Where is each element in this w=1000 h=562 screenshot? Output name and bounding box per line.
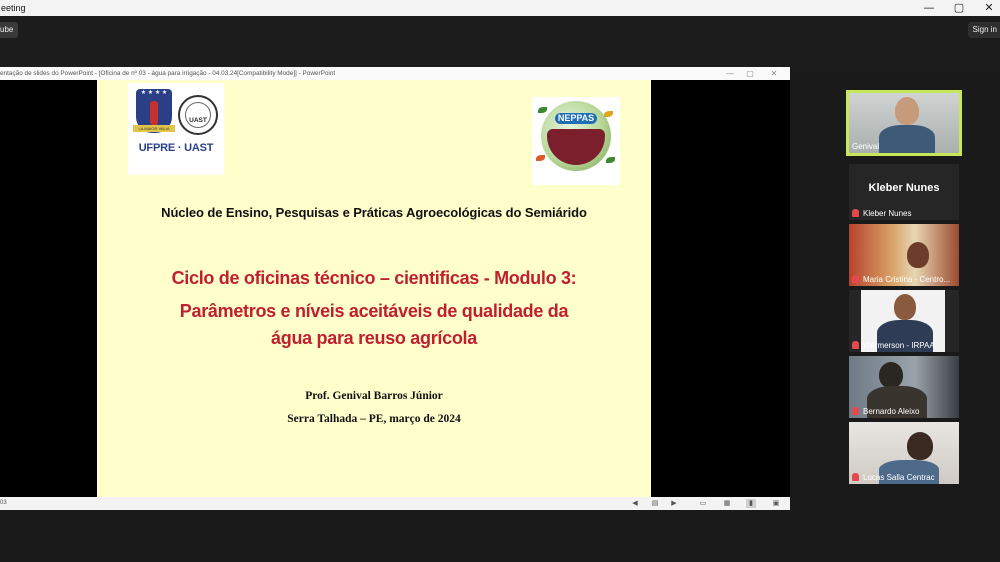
- powerpoint-statusbar: 03 ◀ ▤ ▶ ▭ ▦ ▮ ▣: [0, 497, 790, 510]
- window-title: eeting: [1, 3, 26, 13]
- presenter-name: Prof. Genival Barros Júnior: [305, 390, 443, 402]
- module-title: Ciclo de oficinas técnico – cientificas …: [171, 268, 577, 288]
- participant-avatar-name: Kleber Nunes: [868, 182, 940, 194]
- participant-name: Lucas Salla Centrac: [863, 473, 935, 482]
- subtitle-line-1: Parâmetros e níveis aceitáveis de qualid…: [179, 301, 569, 321]
- participant-tile[interactable]: Kleber Nunes Kleber Nunes: [849, 164, 959, 220]
- muted-mic-icon: [852, 473, 859, 481]
- slideshow-icon[interactable]: ▣: [771, 499, 781, 508]
- minimize-icon[interactable]: —: [914, 0, 944, 16]
- globe-icon: NEPPAS: [541, 101, 611, 171]
- participant-tile[interactable]: Maria Cristina - Centro...: [849, 224, 959, 286]
- reading-view-icon[interactable]: ▮: [746, 499, 756, 508]
- participant-name: Bernardo Aleixo: [863, 407, 920, 416]
- participant-name: Wermerson - IRPAA: [863, 341, 935, 350]
- normal-view-icon[interactable]: ▭: [698, 499, 708, 508]
- ppt-restore-icon[interactable]: ▢: [738, 67, 762, 80]
- presentation-slide: ★ ★ ★ ★ LA MAIOR VALIA UAST UFPRE · UAST…: [97, 80, 651, 497]
- sign-in-button[interactable]: Sign in: [967, 22, 1000, 38]
- muted-mic-icon: [852, 209, 859, 217]
- muted-mic-icon: [852, 407, 859, 415]
- meeting-topbar: ube Sign in: [0, 16, 1000, 68]
- logo-fine-print: [136, 156, 216, 170]
- muted-mic-icon: [852, 341, 859, 349]
- slide-sorter-icon[interactable]: ▦: [722, 499, 732, 508]
- muted-mic-icon: [852, 275, 859, 283]
- slide-number: 03: [0, 500, 7, 506]
- participant-name: Kleber Nunes: [863, 209, 912, 218]
- powerpoint-title: entação de slides do PowerPoint - [Ofici…: [0, 70, 336, 77]
- prev-slide-icon[interactable]: ◀: [630, 499, 640, 508]
- university-crest-icon: ★ ★ ★ ★ LA MAIOR VALIA: [133, 89, 175, 133]
- restore-icon[interactable]: ▢: [944, 0, 974, 16]
- participant-tile[interactable]: Wermerson - IRPAA: [849, 290, 959, 352]
- next-slide-icon[interactable]: ▶: [669, 499, 679, 508]
- participant-tile[interactable]: Bernardo Aleixo: [849, 356, 959, 418]
- ufrpe-uast-logo: ★ ★ ★ ★ LA MAIOR VALIA UAST UFPRE · UAST: [128, 83, 224, 175]
- participant-name: Maria Cristina - Centro...: [863, 275, 951, 284]
- crest-ribbon: LA MAIOR VALIA: [133, 125, 175, 132]
- notes-icon[interactable]: ▤: [650, 499, 660, 508]
- uast-seal-icon: UAST: [178, 95, 218, 135]
- powerpoint-titlebar: entação de slides do PowerPoint - [Ofici…: [0, 67, 790, 80]
- shared-screen: entação de slides do PowerPoint - [Ofici…: [0, 67, 790, 510]
- participant-tile[interactable]: Lucas Salla Centrac: [849, 422, 959, 484]
- subtitle-line-2: água para reuso agrícola: [271, 328, 477, 348]
- window-titlebar: eeting — ▢ ✕: [0, 0, 1000, 16]
- youtube-chip[interactable]: ube: [0, 22, 19, 38]
- participant-name: Genival: [852, 142, 880, 151]
- close-icon[interactable]: ✕: [974, 0, 1000, 16]
- place-date: Serra Talhada – PE, março de 2024: [287, 413, 461, 425]
- ppt-close-icon[interactable]: ✕: [762, 67, 786, 80]
- seal-text: UAST: [189, 117, 207, 124]
- institution-heading: Núcleo de Ensino, Pesquisas e Práticas A…: [161, 205, 587, 220]
- neppas-name: NEPPAS: [555, 113, 597, 124]
- participant-tile-speaker[interactable]: Genival: [846, 90, 962, 156]
- neppas-logo: NEPPAS: [532, 97, 620, 185]
- logo-brand: UFPRE · UAST: [138, 142, 214, 154]
